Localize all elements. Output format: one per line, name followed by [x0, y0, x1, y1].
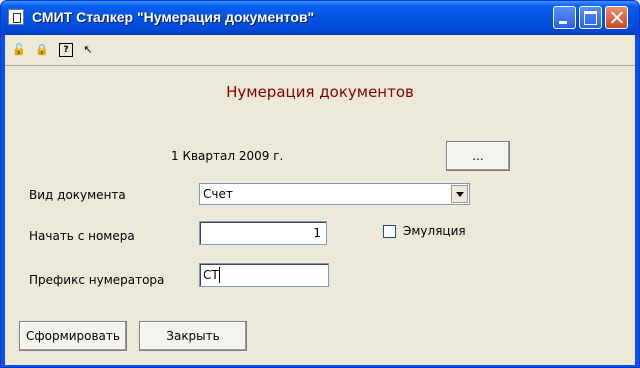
toolbar: 🔓 🔒 ? ↖	[5, 35, 635, 66]
maximize-button[interactable]	[579, 6, 602, 29]
app-window: СМИТ Сталкер "Нумерация документов" 🔓 🔒 …	[0, 0, 640, 368]
start-number-input[interactable]: 1	[199, 221, 327, 245]
doc-type-value: Счет	[203, 187, 233, 201]
help-icon[interactable]: ?	[59, 43, 73, 57]
doc-type-label: Вид документа	[29, 188, 126, 202]
start-number-value: 1	[313, 226, 321, 240]
title-bar[interactable]: СМИТ Сталкер "Нумерация документов"	[1, 1, 639, 35]
emulation-checkbox[interactable]	[383, 225, 396, 238]
dialog-body: 🔓 🔒 ? ↖ Нумерация документов 1 Квартал 2…	[5, 35, 635, 365]
close-window-button[interactable]	[605, 6, 628, 29]
prefix-value: СТ	[203, 268, 219, 282]
form-heading: Нумерация документов	[226, 83, 414, 101]
app-icon[interactable]	[8, 9, 24, 25]
doc-type-select[interactable]: Счет	[199, 183, 470, 205]
close-button[interactable]: Закрыть	[139, 321, 247, 351]
minimize-button[interactable]	[553, 6, 576, 29]
generate-button[interactable]: Сформировать	[19, 321, 127, 351]
period-label: 1 Квартал 2009 г.	[171, 149, 284, 163]
prefix-input[interactable]: СТ	[199, 263, 329, 287]
chevron-down-icon[interactable]	[451, 185, 468, 203]
period-select-button[interactable]: ...	[446, 141, 510, 171]
text-caret	[219, 267, 220, 283]
emulation-label[interactable]: Эмуляция	[403, 224, 466, 238]
start-number-label: Начать с номера	[29, 229, 135, 243]
lock-open-icon[interactable]: 🔓	[12, 43, 26, 57]
lock-icon[interactable]: 🔒	[35, 43, 49, 57]
context-help-icon[interactable]: ↖	[81, 43, 95, 57]
prefix-label: Префикс нумератора	[29, 273, 165, 287]
window-title: СМИТ Сталкер "Нумерация документов"	[32, 9, 315, 25]
